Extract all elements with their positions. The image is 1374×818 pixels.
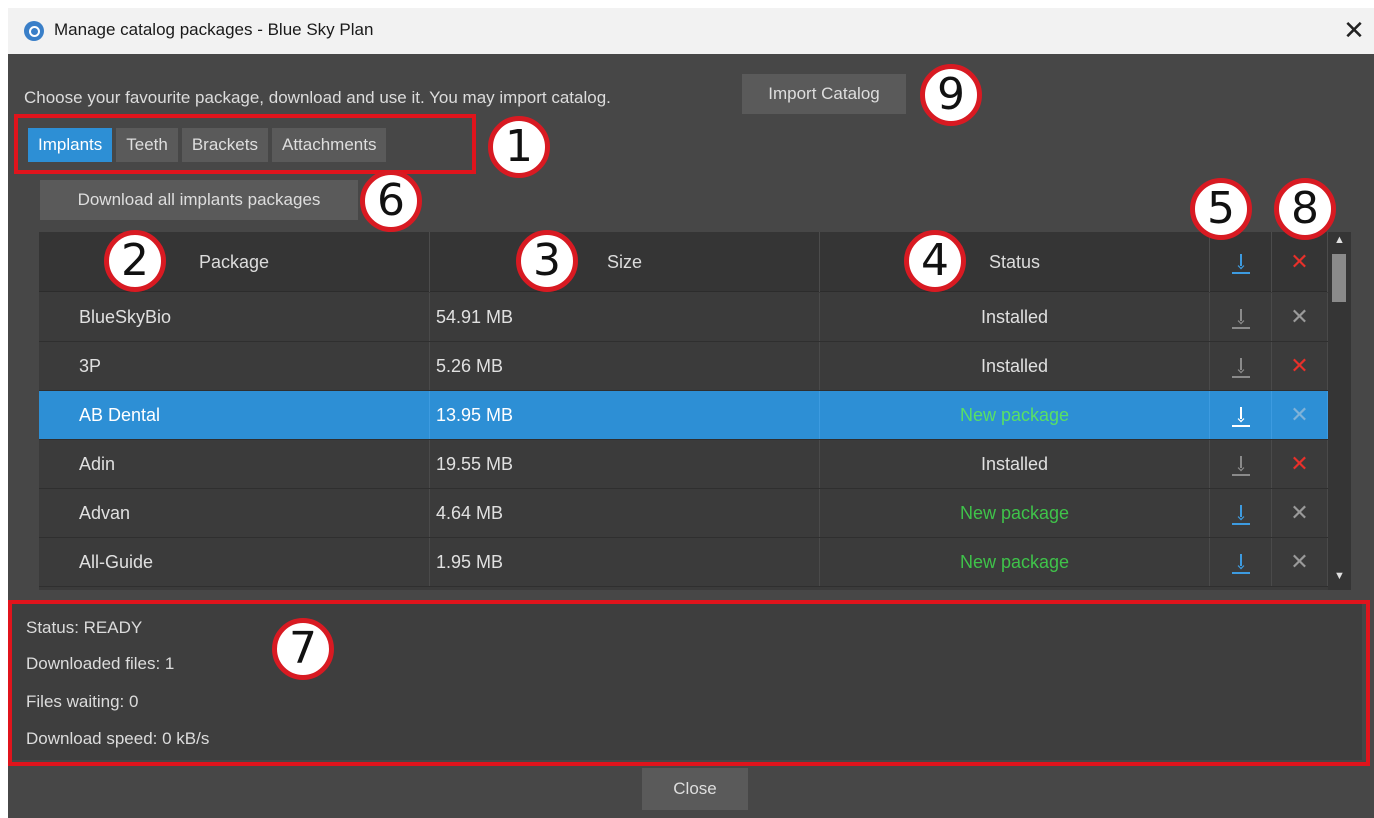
download-status-panel: Status: READY Downloaded files: 1 Files …	[12, 602, 1362, 760]
remove-icon: ✕	[1290, 402, 1309, 427]
window-close-icon[interactable]: ✕	[1338, 14, 1370, 46]
annotation-badge-2: 2	[104, 230, 166, 292]
package-status: Installed	[820, 440, 1210, 488]
title-bar: Manage catalog packages - Blue Sky Plan …	[8, 8, 1374, 54]
table-row[interactable]: 3P 5.26 MB Installed ✕	[39, 342, 1328, 391]
annotation-badge-5: 5	[1190, 178, 1252, 240]
header-remove-all[interactable]: ✕	[1272, 232, 1328, 292]
header-size[interactable]: Size	[430, 232, 820, 292]
annotation-badge-9: 9	[920, 64, 982, 126]
tab-attachments[interactable]: Attachments	[271, 128, 387, 162]
import-catalog-button[interactable]: Import Catalog	[742, 74, 906, 114]
package-status: New package	[820, 538, 1210, 586]
download-icon	[1231, 454, 1250, 477]
app-logo-icon	[24, 21, 44, 41]
downloaded-files-readout: Downloaded files: 1	[26, 654, 175, 673]
package-size: 5.26 MB	[430, 342, 820, 390]
package-size: 19.55 MB	[430, 440, 820, 488]
manage-catalog-dialog: Choose your favourite package, download …	[8, 54, 1374, 818]
intro-text: Choose your favourite package, download …	[24, 88, 611, 107]
remove-button[interactable]: ✕	[1272, 538, 1328, 586]
table-header: Package Size Status ✕	[39, 232, 1328, 292]
remove-icon: ✕	[1290, 304, 1309, 329]
remove-button[interactable]: ✕	[1272, 342, 1328, 390]
package-status: New package	[820, 489, 1210, 537]
download-speed-readout: Download speed: 0 kB/s	[26, 729, 210, 748]
download-button[interactable]	[1210, 489, 1272, 537]
download-button[interactable]	[1210, 293, 1272, 341]
remove-icon: ✕	[1290, 353, 1309, 378]
table-row-selected[interactable]: AB Dental 13.95 MB New package ✕	[39, 391, 1328, 440]
download-button[interactable]	[1210, 391, 1272, 439]
tab-brackets[interactable]: Brackets	[181, 128, 268, 162]
download-icon	[1231, 307, 1250, 330]
download-button[interactable]	[1210, 538, 1272, 586]
package-size: 4.64 MB	[430, 489, 820, 537]
remove-icon: ✕	[1290, 500, 1309, 525]
package-size: 13.95 MB	[430, 391, 820, 439]
package-status: New package	[820, 391, 1210, 439]
scroll-down-icon[interactable]: ▼	[1334, 570, 1345, 582]
remove-icon: ✕	[1290, 451, 1309, 476]
header-package[interactable]: Package	[39, 232, 430, 292]
scroll-up-icon[interactable]: ▲	[1334, 234, 1345, 246]
remove-icon: ✕	[1290, 549, 1309, 574]
category-tabs: Implants Teeth Brackets Attachments	[28, 128, 387, 162]
annotation-badge-1: 1	[488, 116, 550, 178]
annotation-badge-6: 6	[360, 170, 422, 232]
package-name: 3P	[39, 342, 430, 390]
tab-implants[interactable]: Implants	[28, 128, 113, 162]
download-button[interactable]	[1210, 440, 1272, 488]
table-scrollbar[interactable]: ▲ ▼	[1328, 232, 1351, 590]
package-status: Installed	[820, 342, 1210, 390]
download-button[interactable]	[1210, 342, 1272, 390]
status-readout: Status: READY	[26, 618, 143, 637]
table-row[interactable]: BlueSkyBio 54.91 MB Installed ✕	[39, 293, 1328, 342]
download-icon	[1231, 405, 1250, 428]
remove-button[interactable]: ✕	[1272, 489, 1328, 537]
window-title: Manage catalog packages - Blue Sky Plan	[54, 20, 374, 39]
download-all-button[interactable]: Download all implants packages	[40, 180, 358, 220]
tab-teeth[interactable]: Teeth	[116, 128, 178, 162]
package-name: AB Dental	[39, 391, 430, 439]
packages-table: Package Size Status ✕ BlueSkyBio 54.91 M…	[39, 232, 1351, 590]
package-name: All-Guide	[39, 538, 430, 586]
table-row[interactable]: All-Guide 1.95 MB New package ✕	[39, 538, 1328, 587]
annotation-badge-3: 3	[516, 230, 578, 292]
annotation-badge-7: 7	[272, 618, 334, 680]
download-icon	[1231, 503, 1250, 526]
remove-button[interactable]: ✕	[1272, 440, 1328, 488]
table-row[interactable]: Advan 4.64 MB New package ✕	[39, 489, 1328, 538]
download-icon	[1231, 552, 1250, 575]
package-name: BlueSkyBio	[39, 293, 430, 341]
annotation-badge-8: 8	[1274, 178, 1336, 240]
package-size: 54.91 MB	[430, 293, 820, 341]
files-waiting-readout: Files waiting: 0	[26, 692, 139, 711]
package-size: 1.95 MB	[430, 538, 820, 586]
table-row[interactable]: Adin 19.55 MB Installed ✕	[39, 440, 1328, 489]
header-download-all[interactable]	[1210, 232, 1272, 292]
remove-button[interactable]: ✕	[1272, 293, 1328, 341]
scroll-thumb[interactable]	[1332, 254, 1346, 302]
download-icon	[1231, 252, 1250, 275]
remove-button[interactable]: ✕	[1272, 391, 1328, 439]
remove-icon: ✕	[1290, 249, 1309, 274]
package-name: Advan	[39, 489, 430, 537]
package-status: Installed	[820, 293, 1210, 341]
annotation-badge-4: 4	[904, 230, 966, 292]
header-status[interactable]: Status	[820, 232, 1210, 292]
package-name: Adin	[39, 440, 430, 488]
download-icon	[1231, 356, 1250, 379]
close-button[interactable]: Close	[642, 768, 748, 810]
